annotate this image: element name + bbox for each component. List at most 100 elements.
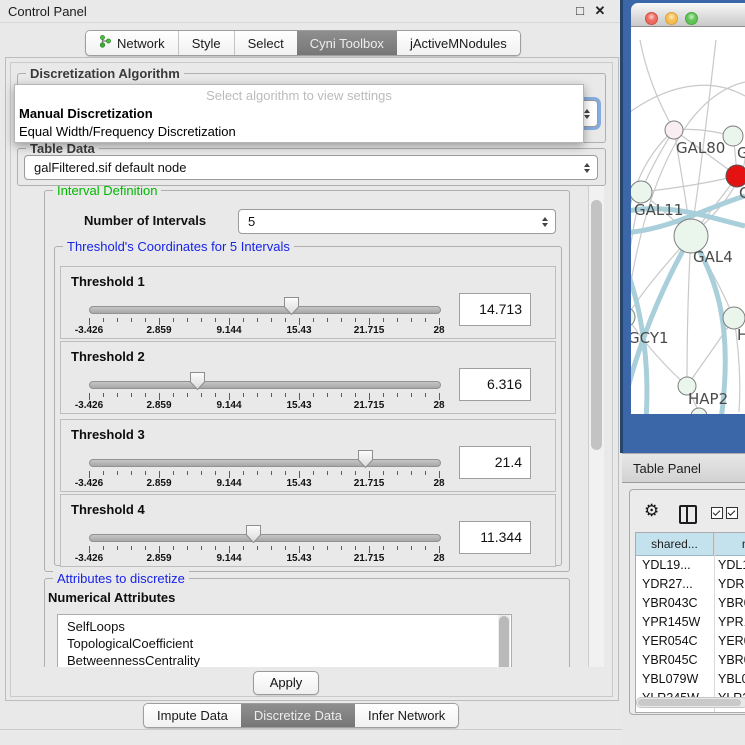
num-intervals-combobox[interactable]: 5	[238, 209, 556, 234]
table-row[interactable]: YIL052CYIL0	[636, 708, 745, 713]
slider-tick-label: -3.426	[75, 325, 103, 336]
apply-button[interactable]: Apply	[253, 671, 319, 695]
slider-thumb[interactable]	[357, 449, 374, 469]
slider-tick	[131, 471, 132, 475]
network-node-label: GA	[737, 144, 745, 162]
numerical-attributes-label: Numerical Attributes	[48, 590, 175, 605]
dropdown-option-equal-width-frequency-discretization[interactable]: Equal Width/Frequency Discretization	[15, 123, 583, 141]
threshold-value-field[interactable]: 11.344	[459, 521, 531, 554]
bottom-tab-label: Infer Network	[368, 708, 445, 723]
slider-tick	[173, 546, 174, 550]
combo-stepper-icon	[584, 109, 590, 119]
slider-track[interactable]	[89, 534, 441, 542]
slider-tick	[397, 471, 398, 475]
table-row[interactable]: YDL19...YDL1	[636, 556, 745, 575]
gal11-node[interactable]	[631, 181, 652, 203]
slider-tick	[89, 471, 90, 478]
table-row[interactable]: YDR27...YDR2	[636, 575, 745, 594]
slider-tick	[285, 318, 286, 322]
slider-tick	[145, 546, 146, 550]
checkbox-icon[interactable]	[726, 507, 738, 519]
traffic-light-close-icon[interactable]	[645, 12, 658, 25]
slider-tick-label: -3.426	[75, 400, 103, 411]
slider-tick	[369, 546, 370, 553]
table-cell: YDR2	[718, 575, 745, 594]
network-node-label: HAP2	[688, 390, 728, 408]
settings-vertical-scrollbar[interactable]	[588, 186, 604, 667]
table-cell: YER0	[718, 632, 745, 651]
network-canvas[interactable]: GAL80GACGAL11GAL4GCY1HHAP2	[631, 27, 745, 414]
tab-style[interactable]: Style	[178, 31, 234, 55]
table-panel-titlebar: Table Panel	[622, 453, 745, 483]
slider-tick	[271, 471, 272, 475]
traffic-light-zoom-icon[interactable]	[685, 12, 698, 25]
network-node-label: GAL11	[634, 201, 683, 219]
slider-tick	[215, 546, 216, 550]
threshold-value-field[interactable]: 21.4	[459, 446, 531, 479]
slider-tick	[383, 393, 384, 397]
table-horizontal-scrollbar[interactable]	[636, 697, 745, 708]
combo-stepper-icon	[584, 163, 590, 173]
slider-tick	[425, 471, 426, 475]
network-window-titlebar[interactable]	[631, 3, 745, 27]
slider-tick-label: 28	[433, 400, 444, 411]
slider-tick	[327, 546, 328, 550]
traffic-light-minimize-icon[interactable]	[665, 12, 678, 25]
slider-thumb[interactable]	[189, 371, 206, 391]
slider-thumb[interactable]	[245, 524, 262, 544]
slider-tick	[145, 393, 146, 397]
gal80-node[interactable]	[665, 121, 683, 139]
bottom-tab-infer-network[interactable]: Infer Network	[355, 704, 458, 727]
slider-track[interactable]	[89, 459, 441, 467]
table-row[interactable]: YBL079WYBL0	[636, 670, 745, 689]
slider-tick	[313, 546, 314, 550]
slider-tick	[425, 546, 426, 550]
dropdown-option-manual-discretization[interactable]: Manual Discretization	[15, 105, 583, 123]
bottom-node[interactable]	[691, 408, 707, 414]
attribute-list-item[interactable]: SelfLoops	[67, 618, 511, 635]
top-right-node[interactable]	[723, 126, 743, 146]
attribute-list-item[interactable]: BetweennessCentrality	[67, 652, 511, 667]
tab-select[interactable]: Select	[234, 31, 297, 55]
bottom-tab-discretize-data[interactable]: Discretize Data	[241, 704, 355, 727]
slider-tick	[103, 318, 104, 322]
slider-track[interactable]	[89, 306, 441, 314]
slider-track[interactable]	[89, 381, 441, 389]
checkbox-icon[interactable]	[711, 507, 723, 519]
slider-tick-label: 21.715	[354, 325, 385, 336]
tab-jactivemnodules[interactable]: jActiveMNodules	[397, 31, 520, 55]
slider-tick	[299, 546, 300, 553]
table-cell: YDL19...	[642, 556, 710, 575]
gcy1-node[interactable]	[631, 307, 635, 327]
table-header-name[interactable]: na	[714, 533, 745, 556]
table-cell: YBR043C	[642, 594, 710, 613]
attribute-list-item[interactable]: TopologicalCoefficient	[67, 635, 511, 652]
table-row[interactable]: YER054CYER0	[636, 632, 745, 651]
slider-tick	[257, 393, 258, 397]
slider-tick	[103, 471, 104, 475]
bottom-tab-impute-data[interactable]: Impute Data	[144, 704, 241, 727]
attributes-group-title: Attributes to discretize	[53, 571, 189, 586]
threshold-value-field[interactable]: 6.316	[459, 368, 531, 401]
slider-thumb[interactable]	[283, 296, 300, 316]
tab-network[interactable]: Network	[86, 31, 178, 55]
slider-tick	[313, 471, 314, 475]
table-panel-title: Table Panel	[633, 461, 701, 476]
threshold-value-field[interactable]: 14.713	[459, 293, 531, 326]
bottom-tab-label: Discretize Data	[254, 708, 342, 723]
gear-icon[interactable]: ⚙	[644, 501, 659, 521]
tab-cyni-toolbox[interactable]: Cyni Toolbox	[297, 31, 397, 55]
table-row[interactable]: YBR045CYBR0	[636, 651, 745, 670]
table-data-group-title: Table Data	[26, 141, 99, 156]
table-row[interactable]: YPR145WYPR1	[636, 613, 745, 632]
close-window-icon[interactable]: ✕	[592, 3, 608, 19]
network-edge	[641, 176, 737, 192]
node-table[interactable]: shared...na YDL19...YDL1YDR27...YDR2YBR0…	[635, 532, 745, 713]
table-data-combobox[interactable]: galFiltered.sif default node	[24, 155, 598, 180]
attributes-list-scrollbar[interactable]	[498, 615, 510, 667]
table-header-shared-name[interactable]: shared...	[636, 533, 714, 556]
float-window-icon[interactable]: □	[572, 3, 588, 18]
table-row[interactable]: YBR043CYBR0	[636, 594, 745, 613]
split-columns-icon[interactable]	[679, 505, 697, 524]
numerical-attributes-list[interactable]: SelfLoopsTopologicalCoefficientBetweenne…	[57, 614, 512, 667]
